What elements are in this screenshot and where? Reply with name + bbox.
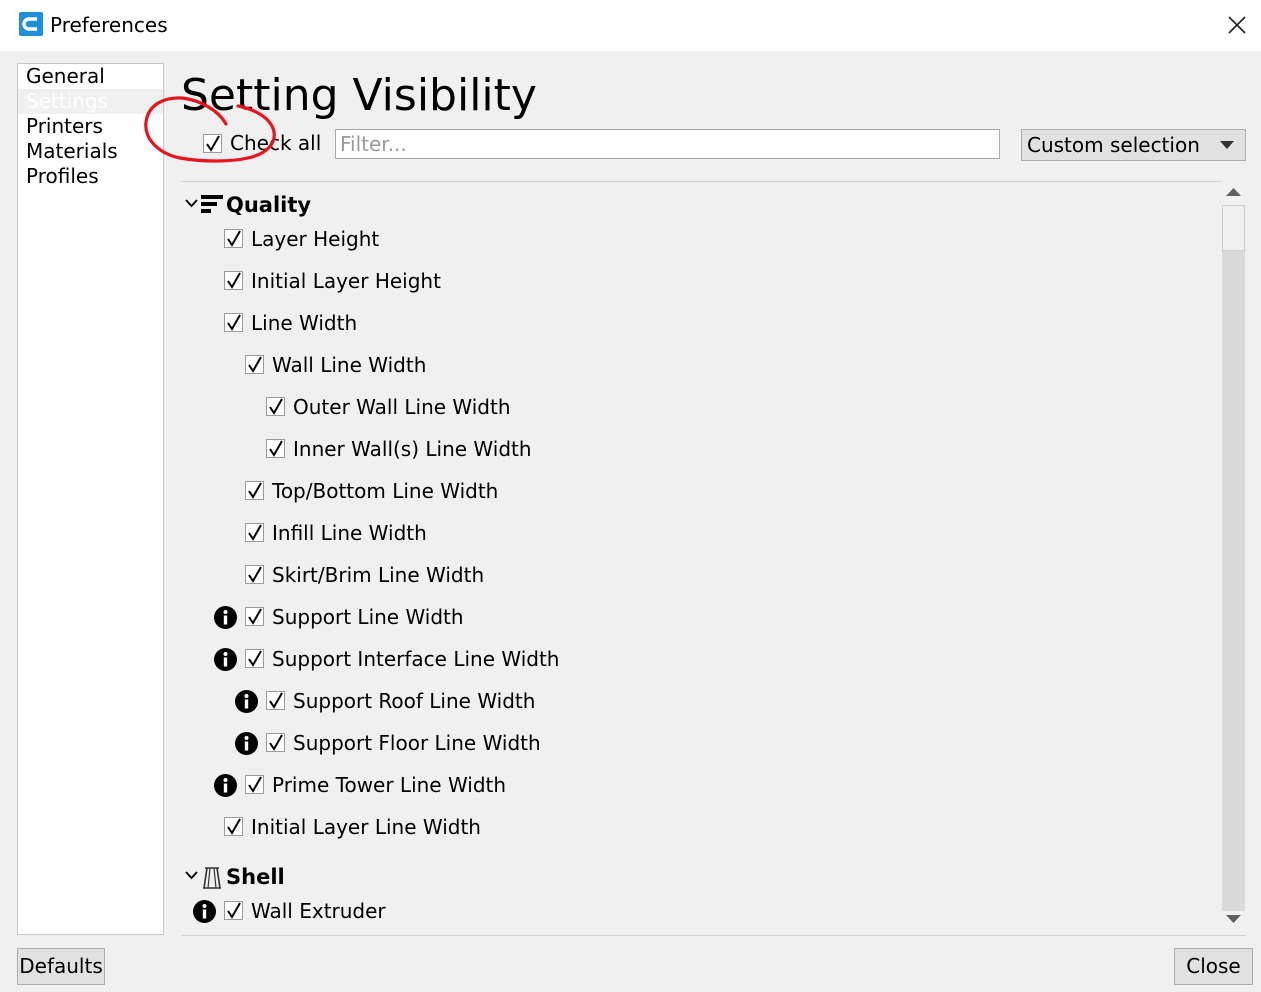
window-title: Preferences — [50, 13, 168, 37]
setting-checkbox[interactable] — [245, 355, 264, 374]
info-icon[interactable] — [235, 732, 258, 755]
setting-checkbox[interactable] — [224, 313, 243, 332]
dropdown-arrow-icon — [1220, 141, 1234, 149]
setting-label[interactable]: Initial Layer Line Width — [251, 815, 481, 839]
settings-scrollbar[interactable] — [1221, 181, 1246, 934]
setting-label[interactable]: Prime Tower Line Width — [272, 773, 506, 797]
scroll-thumb[interactable] — [1222, 205, 1245, 251]
setting-row-support-line-width: Support Line Width — [181, 603, 1246, 635]
checkmark-icon — [269, 398, 283, 415]
setting-checkbox[interactable] — [266, 439, 285, 458]
filter-input[interactable] — [335, 129, 1000, 159]
setting-row-support-roof-line-width: Support Roof Line Width — [181, 687, 1246, 719]
annotation-circle — [144, 96, 276, 163]
setting-row-layer-height: Layer Height — [181, 225, 1246, 257]
setting-checkbox[interactable] — [245, 481, 264, 500]
close-icon[interactable] — [1226, 14, 1248, 36]
checkmark-icon — [227, 818, 241, 835]
setting-label[interactable]: Initial Layer Height — [251, 269, 441, 293]
setting-label[interactable]: Support Line Width — [272, 605, 464, 629]
info-icon[interactable] — [235, 690, 258, 713]
category-shell[interactable]: Shell — [181, 860, 1246, 892]
sidebar-item-general[interactable]: General — [18, 64, 163, 89]
category-label: Shell — [226, 865, 285, 889]
info-icon[interactable] — [214, 606, 237, 629]
setting-row-support-floor-line-width: Support Floor Line Width — [181, 729, 1246, 761]
scroll-down-arrow-icon[interactable] — [1226, 915, 1241, 924]
setting-row-support-interface-line-width: Support Interface Line Width — [181, 645, 1246, 677]
defaults-button[interactable]: Defaults — [17, 948, 105, 985]
checkmark-icon — [227, 272, 241, 289]
setting-label[interactable]: Support Interface Line Width — [272, 647, 559, 671]
setting-row-initial-layer-line-width: Initial Layer Line Width — [181, 813, 1246, 845]
visibility-preset-dropdown[interactable]: Custom selection — [1021, 129, 1246, 161]
cura-app-icon — [19, 12, 43, 36]
settings-list: Quality Layer Height Initial Layer Height… — [181, 181, 1246, 936]
info-icon[interactable] — [214, 648, 237, 671]
scroll-track[interactable] — [1222, 205, 1245, 911]
checkmark-icon — [248, 356, 262, 373]
setting-row-inner-wall-s-line-width: Inner Wall(s) Line Width — [181, 435, 1246, 467]
checkmark-icon — [248, 566, 262, 583]
checkmark-icon — [248, 608, 262, 625]
setting-row-top-bottom-line-width: Top/Bottom Line Width — [181, 477, 1246, 509]
setting-checkbox[interactable] — [224, 271, 243, 290]
checkmark-icon — [227, 314, 241, 331]
setting-row-wall-line-width: Wall Line Width — [181, 351, 1246, 383]
category-label: Quality — [226, 193, 312, 217]
scroll-up-arrow-icon[interactable] — [1226, 187, 1241, 196]
setting-checkbox[interactable] — [224, 229, 243, 248]
setting-row-infill-line-width: Infill Line Width — [181, 519, 1246, 551]
setting-label[interactable]: Wall Line Width — [272, 353, 426, 377]
close-button[interactable]: Close — [1174, 948, 1253, 985]
shell-icon — [203, 867, 221, 889]
setting-label[interactable]: Inner Wall(s) Line Width — [293, 437, 532, 461]
setting-label[interactable]: Support Roof Line Width — [293, 689, 535, 713]
checkmark-icon — [269, 440, 283, 457]
setting-checkbox[interactable] — [224, 817, 243, 836]
info-icon[interactable] — [214, 774, 237, 797]
checkmark-icon — [227, 230, 241, 247]
setting-label[interactable]: Top/Bottom Line Width — [272, 479, 498, 503]
setting-row-skirt-brim-line-width: Skirt/Brim Line Width — [181, 561, 1246, 593]
setting-checkbox[interactable] — [245, 607, 264, 626]
chevron-down-icon[interactable] — [185, 871, 198, 880]
setting-checkbox[interactable] — [245, 649, 264, 668]
checkmark-icon — [248, 776, 262, 793]
checkmark-icon — [248, 524, 262, 541]
checkmark-icon — [248, 650, 262, 667]
setting-checkbox[interactable] — [266, 733, 285, 752]
title-bar: Preferences — [0, 0, 1261, 51]
setting-label[interactable]: Skirt/Brim Line Width — [272, 563, 484, 587]
setting-checkbox[interactable] — [224, 901, 243, 920]
setting-checkbox[interactable] — [266, 691, 285, 710]
setting-checkbox[interactable] — [266, 397, 285, 416]
setting-label[interactable]: Line Width — [251, 311, 357, 335]
checkmark-icon — [269, 734, 283, 751]
setting-checkbox[interactable] — [245, 523, 264, 542]
setting-checkbox[interactable] — [245, 565, 264, 584]
dropdown-selected-value: Custom selection — [1027, 133, 1200, 157]
checkmark-icon — [248, 482, 262, 499]
setting-row-wall-extruder: Wall Extruder — [181, 897, 1246, 929]
setting-row-line-width: Line Width — [181, 309, 1246, 341]
setting-label[interactable]: Outer Wall Line Width — [293, 395, 511, 419]
checkmark-icon — [227, 902, 241, 919]
info-icon[interactable] — [193, 900, 216, 923]
setting-row-initial-layer-height: Initial Layer Height — [181, 267, 1246, 299]
chevron-down-icon[interactable] — [185, 199, 198, 208]
setting-label[interactable]: Support Floor Line Width — [293, 731, 541, 755]
setting-label[interactable]: Wall Extruder — [251, 899, 386, 923]
category-quality[interactable]: Quality — [181, 188, 1246, 220]
preferences-sidebar: General Settings Printers Materials Prof… — [17, 63, 164, 935]
setting-checkbox[interactable] — [245, 775, 264, 794]
setting-row-outer-wall-line-width: Outer Wall Line Width — [181, 393, 1246, 425]
setting-label[interactable]: Infill Line Width — [272, 521, 427, 545]
setting-row-prime-tower-line-width: Prime Tower Line Width — [181, 771, 1246, 803]
checkmark-icon — [269, 692, 283, 709]
quality-icon — [201, 195, 223, 213]
setting-label[interactable]: Layer Height — [251, 227, 379, 251]
